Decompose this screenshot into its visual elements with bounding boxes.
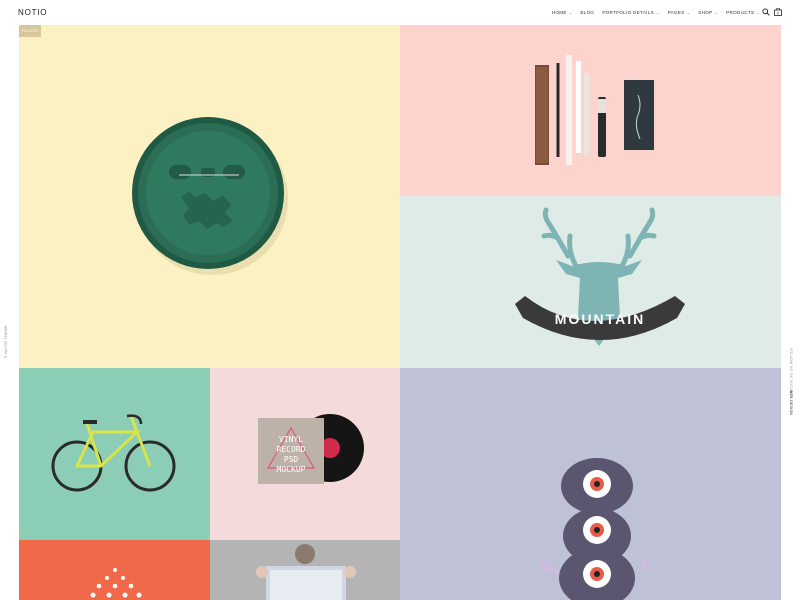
cart-icon[interactable]: 0: [774, 8, 782, 16]
portfolio-item-bicycle[interactable]: [19, 368, 210, 540]
copyright-side-text: © NOTIO THEME: [4, 325, 8, 358]
nav-item-label: PAGES: [667, 10, 685, 15]
vinyl-record-image: VINYL RECORD PSD MOCKUP: [258, 414, 364, 484]
nav-item-label: SHOP: [698, 10, 713, 15]
monster-illustration: [539, 458, 651, 600]
deer-banner-text: MOUNTAIN: [555, 311, 645, 327]
nav-item-label: BLOG: [580, 10, 595, 15]
main-nav: HOME ⌄ BLOG PORTFOLIO DETAILS ⌄ PAGES ⌄ SHO…: [552, 10, 760, 15]
nav-item-label: PORTFOLIO DETAILS: [602, 10, 654, 15]
portfolio-item-drops[interactable]: [19, 540, 210, 600]
nav-item-label: HOME: [551, 10, 567, 15]
pin-badge-image: [132, 117, 288, 275]
vinyl-line-1: VINYL: [279, 435, 303, 444]
bicycle-image: [51, 414, 176, 492]
vinyl-line-2: RECORD: [277, 445, 306, 454]
portfolio-item-badge[interactable]: [19, 25, 400, 368]
nav-item-blog[interactable]: BLOG: [580, 10, 594, 15]
nav-item-pages[interactable]: PAGES ⌄: [668, 10, 691, 15]
portfolio-item-poster[interactable]: [210, 540, 400, 600]
chevron-down-icon: ⌄: [686, 10, 691, 15]
portfolio-item-stationery[interactable]: [400, 25, 781, 196]
portfolio-item-mountain-logo[interactable]: MOUNTAIN: [400, 196, 781, 368]
chevron-down-icon: ⌄: [655, 10, 660, 15]
chevron-down-icon: ⌄: [568, 10, 573, 15]
chevron-down-icon: ⌄: [714, 10, 719, 15]
mountain-deer-logo: MOUNTAIN: [515, 207, 685, 346]
side-social-area: FOLLOW US ON SOCIAL WEB DESIGN: [789, 348, 796, 418]
site-header: NOTIO HOME ⌄ BLOG PORTFOLIO DETAILS ⌄ PAGE…: [0, 0, 800, 25]
stationery-image: [535, 55, 654, 165]
search-icon[interactable]: [762, 8, 770, 16]
portfolio-item-monster[interactable]: [400, 368, 781, 600]
portfolio-item-vinyl-mockup[interactable]: VINYL RECORD PSD MOCKUP: [210, 368, 400, 540]
nav-item-home[interactable]: HOME ⌄: [552, 10, 573, 15]
side-tagline[interactable]: WEB DESIGN: [789, 390, 793, 415]
nav-item-portfolio-details[interactable]: PORTFOLIO DETAILS ⌄: [602, 10, 659, 15]
vinyl-line-3: PSD: [284, 455, 299, 464]
chevron-down-icon: ⌄: [756, 10, 760, 15]
nav-item-products[interactable]: PRODUCTS ⌄: [726, 10, 760, 15]
poster-image: [256, 544, 356, 600]
social-side-text: FOLLOW US ON SOCIAL: [789, 348, 793, 395]
raindrops-image: [90, 568, 142, 598]
cart-count: 0: [777, 12, 779, 16]
filter-badge[interactable]: FILTERS: [19, 25, 41, 37]
site-logo[interactable]: NOTIO: [18, 8, 47, 17]
nav-item-shop[interactable]: SHOP ⌄: [698, 10, 718, 15]
vinyl-line-4: MOCKUP: [277, 465, 306, 474]
nav-item-label: PRODUCTS: [726, 10, 755, 15]
